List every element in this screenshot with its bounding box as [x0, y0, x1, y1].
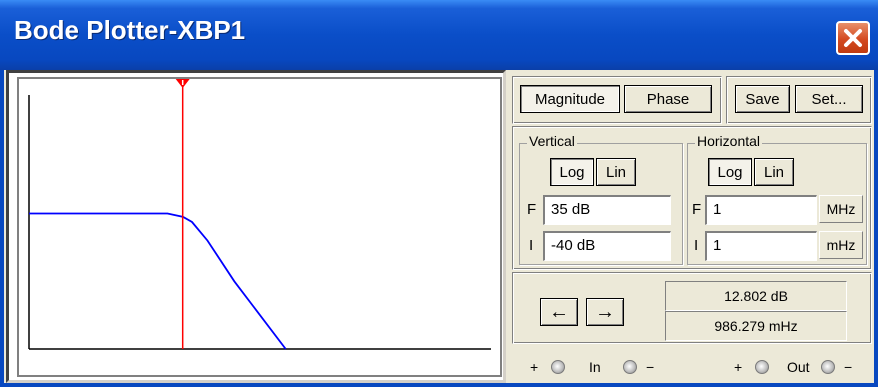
out-terminal-label: Out: [787, 359, 810, 375]
cursor-magnitude-readout: 12.802 dB: [665, 281, 847, 311]
horizontal-log-button[interactable]: Log: [708, 158, 752, 186]
cursor-right-button[interactable]: →: [586, 298, 624, 326]
mode-panel: Magnitude Phase: [512, 76, 722, 124]
horizontal-initial-label: I: [694, 237, 699, 254]
out-plus-sign: +: [734, 359, 743, 375]
cursor-panel: ← → 12.802 dB 986.279 mHz: [512, 272, 872, 344]
horizontal-final-label: F: [692, 201, 702, 218]
horizontal-initial-unit-button[interactable]: mHz: [819, 231, 863, 259]
window-frame-left: [0, 70, 4, 387]
horizontal-group-label: Horizontal: [695, 133, 763, 149]
vertical-final-label: F: [527, 201, 537, 218]
arrow-left-icon: ←: [549, 300, 569, 323]
horizontal-initial-field[interactable]: 1: [705, 231, 817, 261]
in-plus-terminal[interactable]: [551, 360, 565, 374]
save-button[interactable]: Save: [735, 85, 790, 113]
set-button[interactable]: Set...: [795, 85, 863, 113]
vertical-lin-button[interactable]: Lin: [596, 158, 636, 186]
window-frame-right: [874, 70, 878, 387]
in-minus-terminal[interactable]: [623, 360, 637, 374]
client-area: Magnitude Phase Save Set... Vertical Log…: [0, 70, 878, 387]
close-button[interactable]: [836, 21, 870, 55]
in-terminal-label: In: [589, 359, 601, 375]
horizontal-lin-button[interactable]: Lin: [754, 158, 794, 186]
plot-area[interactable]: [17, 77, 502, 377]
vertical-group-label: Vertical: [527, 133, 577, 149]
plot-panel: [6, 70, 506, 383]
vertical-log-button[interactable]: Log: [550, 158, 594, 186]
file-panel: Save Set...: [726, 76, 872, 124]
in-minus-sign: −: [646, 359, 655, 375]
magnitude-trace-0: [29, 212, 287, 350]
phase-button[interactable]: Phase: [624, 85, 712, 113]
vertical-initial-field[interactable]: -40 dB: [543, 231, 671, 261]
window-title: Bode Plotter-XBP1: [14, 15, 246, 45]
close-x-icon: [844, 29, 862, 47]
in-plus-sign: +: [530, 359, 539, 375]
axes-panel: Vertical Log Lin F 35 dB I -40 dB Horizo…: [512, 126, 872, 270]
out-minus-sign: −: [844, 359, 853, 375]
out-plus-terminal[interactable]: [755, 360, 769, 374]
out-minus-terminal[interactable]: [821, 360, 835, 374]
window-frame-bottom: [0, 383, 878, 387]
cursor-frequency-readout: 986.279 mHz: [665, 311, 847, 341]
bode-plot[interactable]: [19, 79, 500, 375]
vertical-final-field[interactable]: 35 dB: [543, 195, 671, 225]
bode-plotter-window: Bode Plotter-XBP1 Magnitude Phase Save S…: [0, 0, 878, 387]
cursor-left-button[interactable]: ←: [540, 298, 578, 326]
magnitude-button[interactable]: Magnitude: [520, 85, 620, 113]
horizontal-final-unit-button[interactable]: MHz: [819, 195, 863, 223]
arrow-right-icon: →: [595, 300, 615, 323]
horizontal-final-field[interactable]: 1: [705, 195, 817, 225]
vertical-initial-label: I: [529, 237, 534, 254]
title-bar[interactable]: Bode Plotter-XBP1: [0, 0, 878, 70]
